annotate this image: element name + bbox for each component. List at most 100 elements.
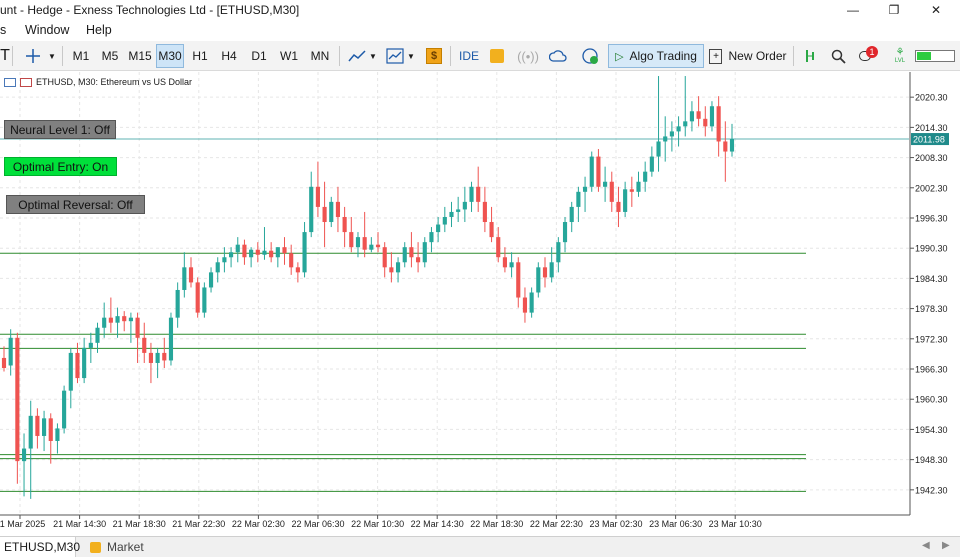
shopping-bag-icon xyxy=(90,541,101,553)
y-tick-label: 1972.30 xyxy=(915,334,948,344)
candle-body xyxy=(402,247,407,263)
x-tick-label: 23 Mar 06:30 xyxy=(649,519,702,529)
timeframe-m1[interactable]: M1 xyxy=(67,44,95,68)
candle-body xyxy=(95,327,100,343)
new-order-button[interactable]: + New Order xyxy=(708,44,788,68)
candle-body xyxy=(569,206,574,223)
x-tick-label: 22 Mar 14:30 xyxy=(411,519,464,529)
x-tick-label: 21 Mar 22:30 xyxy=(172,519,225,529)
candle-body xyxy=(449,211,454,217)
chevron-down-icon[interactable]: ▼ xyxy=(406,44,416,68)
candle-body xyxy=(295,267,300,273)
chevron-down-icon[interactable]: ▼ xyxy=(368,44,378,68)
candle-body xyxy=(62,390,67,429)
candle-body xyxy=(15,337,20,462)
menu-item-tools[interactable]: s xyxy=(0,23,6,37)
candle-body xyxy=(689,111,694,122)
signal-strength-icon[interactable]: ⚘ LVL xyxy=(890,44,910,68)
depth-icon[interactable] xyxy=(800,44,822,68)
cloud-icon[interactable] xyxy=(546,44,570,68)
tab-chart-ethusd[interactable]: ETHUSD,M30 xyxy=(0,537,80,557)
chevron-down-icon[interactable]: ▼ xyxy=(46,44,58,68)
timeframe-m15[interactable]: M15 xyxy=(125,44,155,68)
menu-item-help[interactable]: Help xyxy=(86,23,112,37)
candle-body xyxy=(529,292,534,313)
candle-body xyxy=(175,289,180,318)
notification-badge: 1 xyxy=(866,46,878,58)
candle-body xyxy=(582,186,588,192)
tab-market[interactable]: Market xyxy=(90,537,144,557)
lvl-label: LVL xyxy=(894,57,906,64)
timeframe-w1[interactable]: W1 xyxy=(275,44,303,68)
close-icon[interactable]: ✕ xyxy=(916,0,956,20)
restore-icon[interactable]: ❐ xyxy=(874,0,914,20)
indicator-icon[interactable] xyxy=(383,44,407,68)
candle-body xyxy=(462,201,467,210)
neural-level-button[interactable]: Neural Level 1: Off xyxy=(4,120,116,139)
timeframe-mn[interactable]: MN xyxy=(305,44,335,68)
x-tick-label: 22 Mar 10:30 xyxy=(351,519,404,529)
chart-type-icon xyxy=(20,77,32,87)
candle-body xyxy=(115,316,120,323)
timeframe-d1[interactable]: D1 xyxy=(245,44,273,68)
candle-body xyxy=(182,267,187,290)
candle-body xyxy=(222,257,227,263)
candle-body xyxy=(235,244,240,253)
y-tick-label: 2008.30 xyxy=(915,153,948,163)
candle-body xyxy=(716,106,721,142)
x-tick-label: 22 Mar 06:30 xyxy=(291,519,344,529)
candle-body xyxy=(168,317,174,361)
y-tick-label: 1942.30 xyxy=(915,485,948,495)
candle-body xyxy=(382,247,387,268)
add-order-icon: + xyxy=(709,48,723,64)
timeframe-h1[interactable]: H1 xyxy=(186,44,214,68)
candle-body xyxy=(683,121,688,127)
candle-body xyxy=(469,186,474,202)
y-tick-label: 2002.30 xyxy=(915,183,948,193)
scroll-right-icon[interactable]: ▶ xyxy=(942,540,950,551)
price-chart[interactable]: 2020.30 2014.30 2008.30 2002.30 1996.30 1990.… xyxy=(0,72,960,536)
vps-icon[interactable] xyxy=(578,44,602,68)
candle-body xyxy=(643,171,648,182)
x-tick-label: 22 Mar 18:30 xyxy=(470,519,523,529)
notification-icon[interactable]: 1 xyxy=(855,44,881,68)
candle-body xyxy=(576,191,581,207)
ide-icon[interactable]: IDE xyxy=(455,44,483,68)
candle-body xyxy=(122,316,127,322)
search-icon[interactable] xyxy=(827,44,849,68)
candle-body xyxy=(88,342,93,348)
candle-body xyxy=(108,317,113,323)
play-icon: ▷ xyxy=(615,50,624,63)
y-tick-label: 2020.30 xyxy=(915,93,948,103)
y-tick-label: 1978.30 xyxy=(915,304,948,314)
candle-body xyxy=(476,186,481,202)
algo-trading-button[interactable]: ▷ Algo Trading xyxy=(608,44,704,68)
line-chart-icon[interactable] xyxy=(345,44,369,68)
candle-body xyxy=(195,282,200,313)
candle-body xyxy=(502,257,507,268)
candle-body xyxy=(21,448,27,462)
candle-body xyxy=(28,415,33,449)
cursor-icon[interactable]: T xyxy=(0,44,10,68)
candle-body xyxy=(422,242,427,263)
timeframe-m5[interactable]: M5 xyxy=(96,44,124,68)
window-title: unt - Hedge - Exness Technologies Ltd - … xyxy=(0,3,300,17)
y-tick-label: 1984.30 xyxy=(915,274,948,284)
signal-icon[interactable]: ((•)) xyxy=(516,44,540,68)
x-tick-label: 22 Mar 22:30 xyxy=(530,519,583,529)
menu-item-window[interactable]: Window xyxy=(25,23,69,37)
crosshair-icon[interactable] xyxy=(20,44,46,68)
optimal-entry-button[interactable]: Optimal Entry: On xyxy=(4,157,117,176)
timeframe-h4[interactable]: H4 xyxy=(215,44,243,68)
dollar-icon[interactable]: $ xyxy=(423,44,445,68)
candle-body xyxy=(369,244,374,250)
minimize-icon[interactable]: — xyxy=(833,0,873,20)
candle-body xyxy=(249,249,254,258)
candle-body xyxy=(629,189,634,192)
shopping-bag-icon[interactable] xyxy=(486,44,508,68)
candle-body xyxy=(302,232,307,273)
optimal-reversal-button[interactable]: Optimal Reversal: Off xyxy=(6,195,145,214)
scroll-left-icon[interactable]: ◀ xyxy=(922,540,930,551)
timeframe-m30[interactable]: M30 xyxy=(156,44,184,68)
candle-body xyxy=(35,415,40,436)
